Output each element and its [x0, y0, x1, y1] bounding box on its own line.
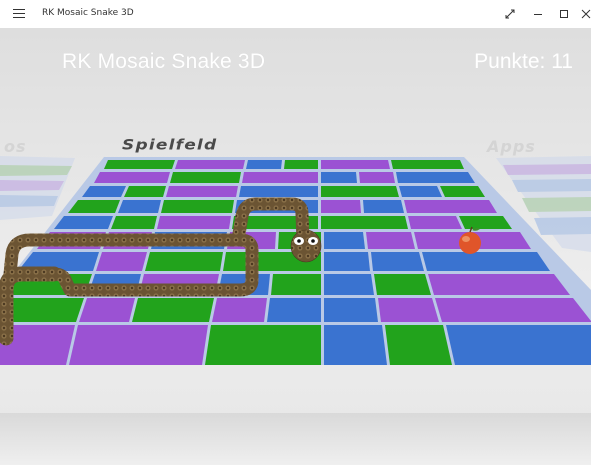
close-icon[interactable]: [578, 6, 591, 22]
minimize-icon[interactable]: [530, 6, 546, 22]
board-row-5: [54, 216, 512, 229]
score-display: Punkte: 11: [474, 50, 573, 73]
right-panel-label: Apps: [487, 137, 536, 156]
game-area[interactable]: RK Mosaic Snake 3D Punkte: 11 os Spielfe…: [0, 28, 591, 465]
game-board[interactable]: [0, 28, 591, 465]
game-title: RK Mosaic Snake 3D: [62, 50, 266, 73]
hamburger-menu-icon[interactable]: [12, 6, 26, 20]
field-label: Spielfeld: [122, 136, 218, 154]
board-row-2: [94, 172, 475, 183]
title-bar: RK Mosaic Snake 3D: [0, 0, 591, 28]
window-title: RK Mosaic Snake 3D: [42, 8, 134, 18]
restore-icon[interactable]: [556, 6, 572, 22]
board-row-3: [82, 186, 485, 197]
board-row-10: [0, 325, 591, 365]
left-panel-label: os: [4, 137, 27, 156]
fullscreen-icon[interactable]: [502, 6, 518, 22]
board-row-9: [0, 298, 591, 322]
